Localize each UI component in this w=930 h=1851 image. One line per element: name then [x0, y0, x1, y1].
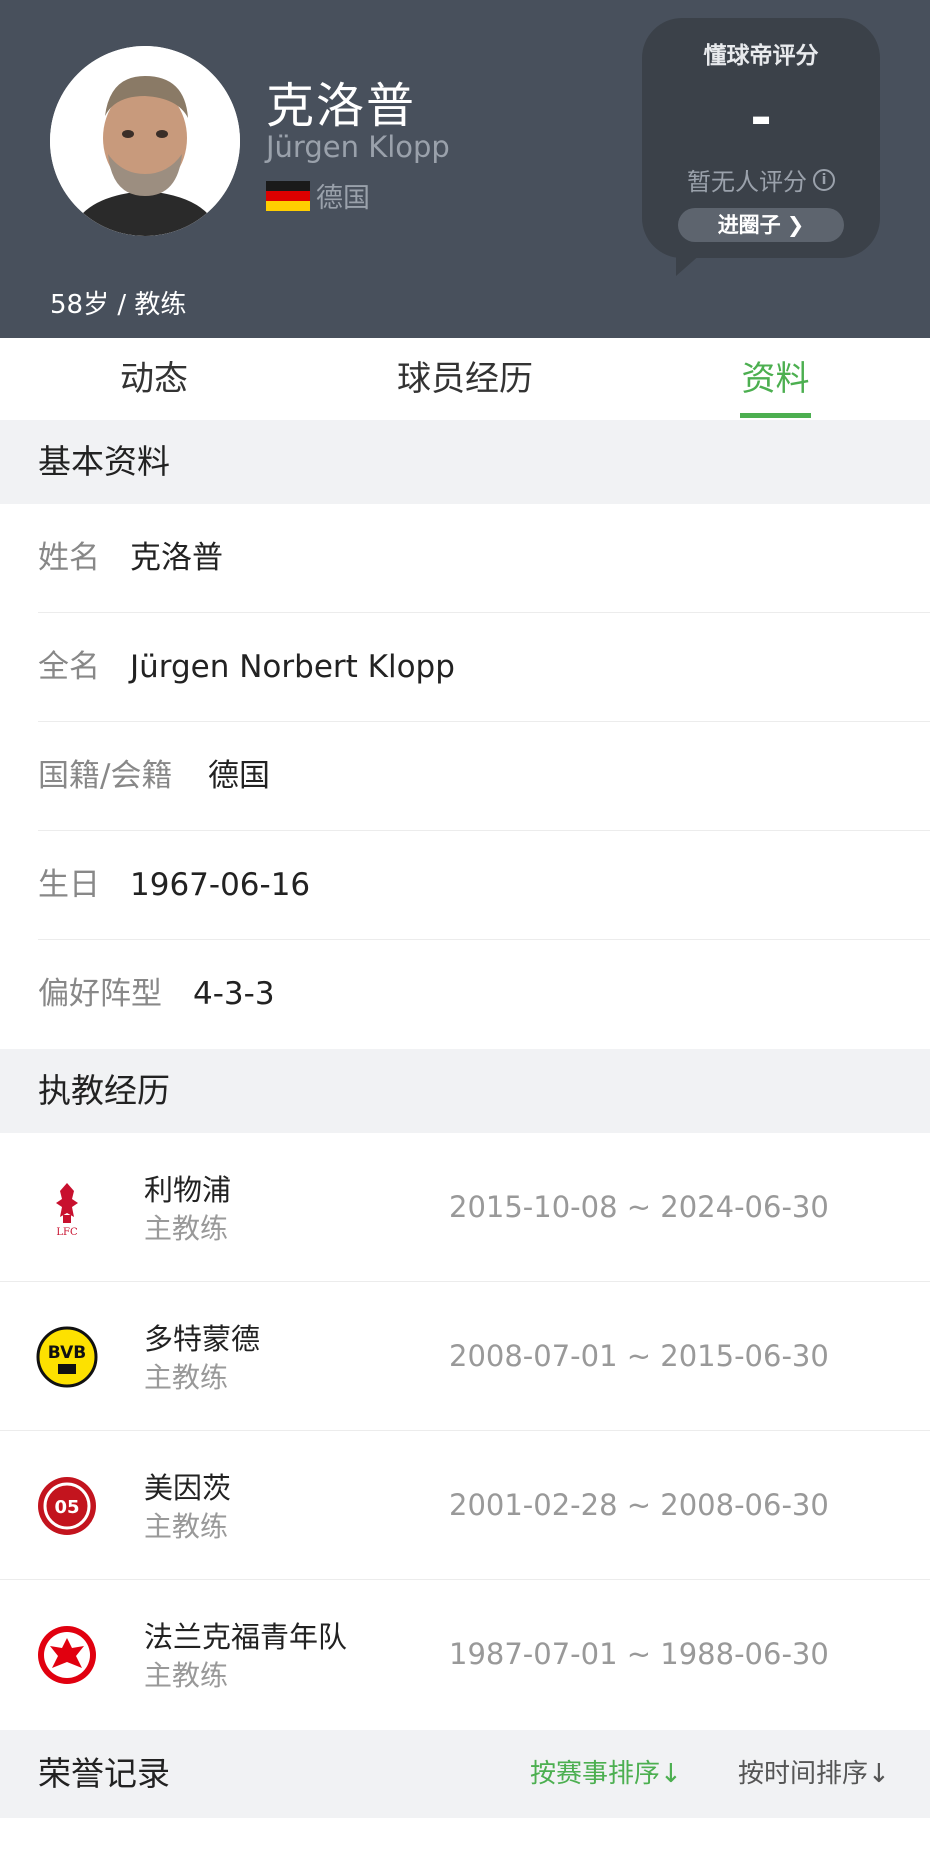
info-label: 偏好阵型: [38, 976, 162, 1012]
no-rating-text: 暂无人评分 i: [642, 162, 880, 197]
rating-card-tail: [676, 246, 710, 276]
career-row[interactable]: BVB 多特蒙德 主教练 2008-07-01 ~ 2015-06-30: [0, 1282, 930, 1431]
career-row[interactable]: 05 美因茨 主教练 2001-02-28 ~ 2008-06-30: [0, 1431, 930, 1580]
career-row[interactable]: LFC 利物浦 主教练 2015-10-08 ~ 2024-06-30: [0, 1133, 930, 1282]
nationality-label: 德国: [316, 183, 370, 214]
coaching-career-title: 执教经历: [38, 1071, 170, 1110]
dortmund-logo-text: BVB: [48, 1343, 86, 1363]
club-role: 主教练: [144, 1361, 229, 1394]
club-period: 2008-07-01 ~ 2015-06-30: [449, 1339, 829, 1373]
club-name: 多特蒙德: [144, 1322, 261, 1356]
honors-header: 荣誉记录 按赛事排序↓ 按时间排序↓: [0, 1730, 930, 1818]
club-name: 利物浦: [144, 1173, 232, 1207]
frankfurt-logo-icon: [36, 1624, 98, 1686]
no-rating-label: 暂无人评分: [687, 168, 807, 196]
info-label: 全名: [38, 649, 100, 685]
coach-avatar[interactable]: [50, 46, 240, 236]
info-row-birthday: 生日 1967-06-16: [38, 831, 930, 940]
liverpool-logo-icon: LFC: [36, 1177, 98, 1239]
active-tab-indicator: [740, 413, 811, 418]
age-role: 58岁 / 教练: [50, 290, 187, 320]
sort-by-time-button[interactable]: 按时间排序↓: [738, 1730, 890, 1818]
tab-info[interactable]: 资料: [720, 338, 831, 420]
club-name: 美因茨: [144, 1471, 232, 1505]
coach-english-name: Jürgen Klopp: [266, 130, 450, 164]
club-role: 主教练: [144, 1659, 229, 1692]
club-period: 2015-10-08 ~ 2024-06-30: [449, 1190, 829, 1224]
info-label: 姓名: [38, 540, 100, 576]
info-row-full-name: 全名 Jürgen Norbert Klopp: [38, 613, 930, 722]
dortmund-logo-icon: BVB: [36, 1326, 98, 1388]
rating-score: -: [750, 88, 772, 148]
coaching-career-header: 执教经历: [0, 1049, 930, 1133]
sort-by-event-button[interactable]: 按赛事排序↓: [530, 1730, 682, 1818]
club-role: 主教练: [144, 1212, 229, 1245]
enter-circle-label: 进圈子: [717, 213, 781, 237]
germany-flag-icon: [266, 180, 310, 211]
liverpool-logo-text: LFC: [56, 1227, 78, 1238]
profile-tabs: 动态 球员经历 资料: [0, 338, 930, 420]
coach-chinese-name: 克洛普: [266, 78, 417, 134]
info-value: 克洛普: [130, 540, 223, 576]
mainz-logo-text: 05: [54, 1497, 79, 1518]
rating-card: 懂球帝评分 - 暂无人评分 i 进圈子 ❯: [642, 18, 880, 258]
profile-header: 克洛普 Jürgen Klopp 德国 58岁 / 教练 懂球帝评分 - 暂无人…: [0, 0, 930, 338]
mainz-logo-icon: 05: [36, 1475, 98, 1537]
info-value: 1967-06-16: [130, 867, 311, 903]
info-value: 4-3-3: [193, 976, 275, 1012]
info-value: Jürgen Norbert Klopp: [130, 649, 455, 685]
basic-info-header: 基本资料: [0, 420, 930, 504]
career-row[interactable]: 法兰克福青年队 主教练 1987-07-01 ~ 1988-06-30: [0, 1580, 930, 1729]
club-role: 主教练: [144, 1510, 229, 1543]
info-icon[interactable]: i: [813, 168, 835, 191]
tab-feed[interactable]: 动态: [82, 338, 226, 420]
club-period: 1987-07-01 ~ 1988-06-30: [449, 1637, 829, 1671]
nationality: 德国: [266, 176, 370, 215]
info-row-nationality: 国籍/会籍 德国: [38, 722, 930, 831]
info-row-name: 姓名 克洛普: [38, 504, 930, 613]
basic-info-title: 基本资料: [38, 442, 170, 481]
info-label: 国籍/会籍: [38, 758, 173, 794]
rating-title: 懂球帝评分: [703, 43, 819, 69]
enter-circle-button[interactable]: 进圈子 ❯: [678, 208, 844, 242]
info-value: 德国: [208, 758, 270, 794]
honors-title: 荣誉记录: [38, 1754, 170, 1793]
club-name: 法兰克福青年队: [144, 1620, 348, 1654]
club-period: 2001-02-28 ~ 2008-06-30: [449, 1488, 829, 1522]
info-label: 生日: [38, 867, 100, 903]
info-row-formation: 偏好阵型 4-3-3: [38, 940, 930, 1049]
chevron-right-icon: ❯: [786, 213, 805, 237]
tab-player-career[interactable]: 球员经历: [380, 338, 550, 420]
coach-portrait-image: [50, 46, 240, 236]
